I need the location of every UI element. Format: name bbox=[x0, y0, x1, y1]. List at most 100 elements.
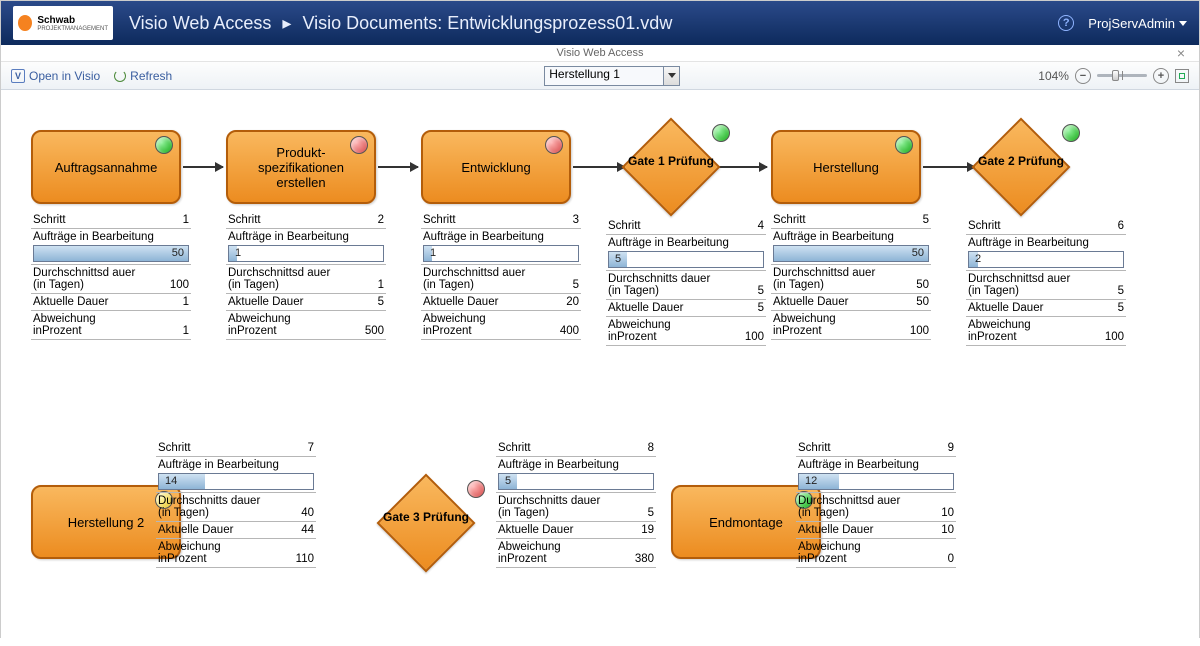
label-abweichung: Abweichung inProzent bbox=[773, 313, 883, 337]
info-row: Abweichung inProzent500 bbox=[226, 311, 386, 340]
info-row-auftraege: Aufträge in Bearbeitung2 bbox=[966, 235, 1126, 271]
info-row-auftraege: Aufträge in Bearbeitung 1 bbox=[226, 229, 386, 265]
info-value: 1 bbox=[183, 296, 189, 308]
info-value: 110 bbox=[296, 553, 314, 565]
label-aktuelle: Aktuelle Dauer bbox=[608, 302, 683, 314]
logo-icon bbox=[18, 15, 32, 31]
label-durchschnitt: Durchschnittsd auer (in Tagen) bbox=[228, 267, 338, 291]
page-select-dropdown[interactable] bbox=[664, 66, 680, 86]
label-auftraege: Aufträge in Bearbeitung bbox=[498, 459, 654, 471]
info-row: Schritt7 bbox=[156, 440, 316, 457]
gate-node-n8[interactable]: Gate 3 Prüfung bbox=[371, 478, 481, 568]
status-indicator-green bbox=[1062, 124, 1080, 142]
zoom-out-button[interactable]: − bbox=[1075, 68, 1091, 84]
zoom-in-button[interactable]: + bbox=[1153, 68, 1169, 84]
info-block-n2: Schritt 2 Aufträge in Bearbeitung 1 Durchsch… bbox=[226, 212, 386, 340]
info-row-auftraege: Aufträge in Bearbeitung 5 bbox=[496, 457, 656, 493]
info-value: 3 bbox=[573, 214, 579, 226]
webpart-title: Visio Web Access bbox=[556, 47, 643, 59]
breadcrumb: Visio Web Access ▸ Visio Documents: Entw… bbox=[129, 13, 672, 34]
progress-value: 5 bbox=[499, 475, 653, 487]
status-indicator-green bbox=[895, 136, 913, 154]
label-abweichung: Abweichung inProzent bbox=[158, 541, 268, 565]
label-aktuelle: Aktuelle Dauer bbox=[798, 524, 873, 536]
label-aktuelle: Aktuelle Dauer bbox=[498, 524, 573, 536]
process-node-n3[interactable]: Entwicklung bbox=[421, 130, 571, 204]
user-menu[interactable]: ProjServAdmin bbox=[1088, 16, 1187, 31]
node-label: Entwicklung bbox=[461, 160, 530, 175]
process-node-n2[interactable]: Produkt- spezifikationen erstellen bbox=[226, 130, 376, 204]
node-label: Gate 2 Prüfung bbox=[966, 154, 1076, 168]
gate-node-n6[interactable]: Gate 2 Prüfung bbox=[966, 122, 1076, 212]
fit-to-window-button[interactable] bbox=[1175, 69, 1189, 83]
info-value: 6 bbox=[1118, 220, 1124, 232]
progress-value: 50 bbox=[774, 247, 928, 259]
progress-bar: 50 bbox=[33, 245, 189, 262]
info-row: Abweichung inProzent100 bbox=[966, 317, 1126, 346]
progress-bar: 1 bbox=[228, 245, 384, 262]
info-row: Durchschnitts dauer (in Tagen)5 bbox=[606, 271, 766, 300]
info-block-n1: Schritt1Aufträge in Bearbeitung50Durchsc… bbox=[31, 212, 191, 340]
page-select[interactable]: Herstellung 1 bbox=[544, 66, 664, 86]
node-label: Endmontage bbox=[709, 515, 783, 530]
info-value: 5 bbox=[923, 214, 929, 226]
open-in-visio-button[interactable]: V Open in Visio bbox=[11, 69, 100, 83]
slider-thumb[interactable] bbox=[1112, 70, 1119, 81]
label-auftraege: Aufträge in Bearbeitung bbox=[228, 231, 384, 243]
info-value: 5 bbox=[758, 285, 764, 297]
connector-arrow bbox=[719, 166, 767, 168]
info-value: 400 bbox=[560, 325, 579, 337]
node-label: Produkt- spezifikationen erstellen bbox=[232, 145, 370, 190]
breadcrumb-document[interactable]: Visio Documents: Entwicklungsprozess01.v… bbox=[302, 13, 672, 33]
info-value: 1 bbox=[183, 214, 189, 226]
info-row-auftraege: Aufträge in Bearbeitung1 bbox=[421, 229, 581, 265]
info-value: 8 bbox=[648, 442, 654, 454]
node-label: Herstellung 2 bbox=[68, 515, 145, 530]
refresh-button[interactable]: Refresh bbox=[114, 69, 172, 83]
slider-midpoint bbox=[1122, 71, 1123, 80]
info-row-auftraege: Aufträge in Bearbeitung14 bbox=[156, 457, 316, 493]
diagram-canvas[interactable]: Auftragsannahme Produkt- spezifikationen … bbox=[1, 90, 1199, 646]
info-row: Aktuelle Dauer5 bbox=[966, 300, 1126, 317]
info-row: Schritt 2 bbox=[226, 212, 386, 229]
label-schritt: Schritt bbox=[773, 214, 806, 226]
info-row: Schritt 5 bbox=[771, 212, 931, 229]
node-label: Gate 1 Prüfung bbox=[616, 154, 726, 168]
chevron-down-icon bbox=[668, 73, 676, 78]
info-block-n4: Schritt4Aufträge in Bearbeitung5Durchsch… bbox=[606, 218, 766, 346]
webpart-title-bar: Visio Web Access × bbox=[1, 45, 1199, 62]
node-label: Gate 3 Prüfung bbox=[371, 510, 481, 524]
label-durchschnitt: Durchschnitts dauer (in Tagen) bbox=[158, 495, 268, 519]
toolbar: V Open in Visio Refresh Herstellung 1 10… bbox=[1, 62, 1199, 90]
label-schritt: Schritt bbox=[158, 442, 191, 454]
close-icon[interactable]: × bbox=[1177, 45, 1185, 61]
info-row: Abweichung inProzent100 bbox=[771, 311, 931, 340]
progress-bar: 14 bbox=[158, 473, 314, 490]
info-value: 40 bbox=[301, 507, 314, 519]
info-row: Schritt9 bbox=[796, 440, 956, 457]
breadcrumb-app[interactable]: Visio Web Access bbox=[129, 13, 271, 33]
label-schritt: Schritt bbox=[33, 214, 66, 226]
label-schritt: Schritt bbox=[798, 442, 831, 454]
info-row: Durchschnittsd auer (in Tagen)10 bbox=[796, 493, 956, 522]
label-abweichung: Abweichung inProzent bbox=[33, 313, 143, 337]
gate-node-n4[interactable]: Gate 1 Prüfung bbox=[616, 122, 726, 212]
label-auftraege: Aufträge in Bearbeitung bbox=[773, 231, 929, 243]
label-auftraege: Aufträge in Bearbeitung bbox=[33, 231, 189, 243]
progress-value: 1 bbox=[229, 247, 383, 259]
info-block-n3: Schritt3Aufträge in Bearbeitung1Durchsch… bbox=[421, 212, 581, 340]
process-node-n5[interactable]: Herstellung bbox=[771, 130, 921, 204]
zoom-slider[interactable] bbox=[1097, 74, 1147, 77]
open-in-visio-label: Open in Visio bbox=[29, 69, 100, 83]
info-value: 1 bbox=[183, 325, 189, 337]
progress-bar: 5 bbox=[498, 473, 654, 490]
label-abweichung: Abweichung inProzent bbox=[498, 541, 608, 565]
process-node-n1[interactable]: Auftragsannahme bbox=[31, 130, 181, 204]
info-row: Abweichung inProzent 1 bbox=[31, 311, 191, 340]
help-icon[interactable]: ? bbox=[1058, 15, 1074, 31]
label-abweichung: Abweichung inProzent bbox=[608, 319, 718, 343]
info-block-n9: Schritt9Aufträge in Bearbeitung12Durchsc… bbox=[796, 440, 956, 568]
info-row: Abweichung inProzent400 bbox=[421, 311, 581, 340]
info-value: 2 bbox=[378, 214, 384, 226]
label-schritt: Schritt bbox=[228, 214, 261, 226]
